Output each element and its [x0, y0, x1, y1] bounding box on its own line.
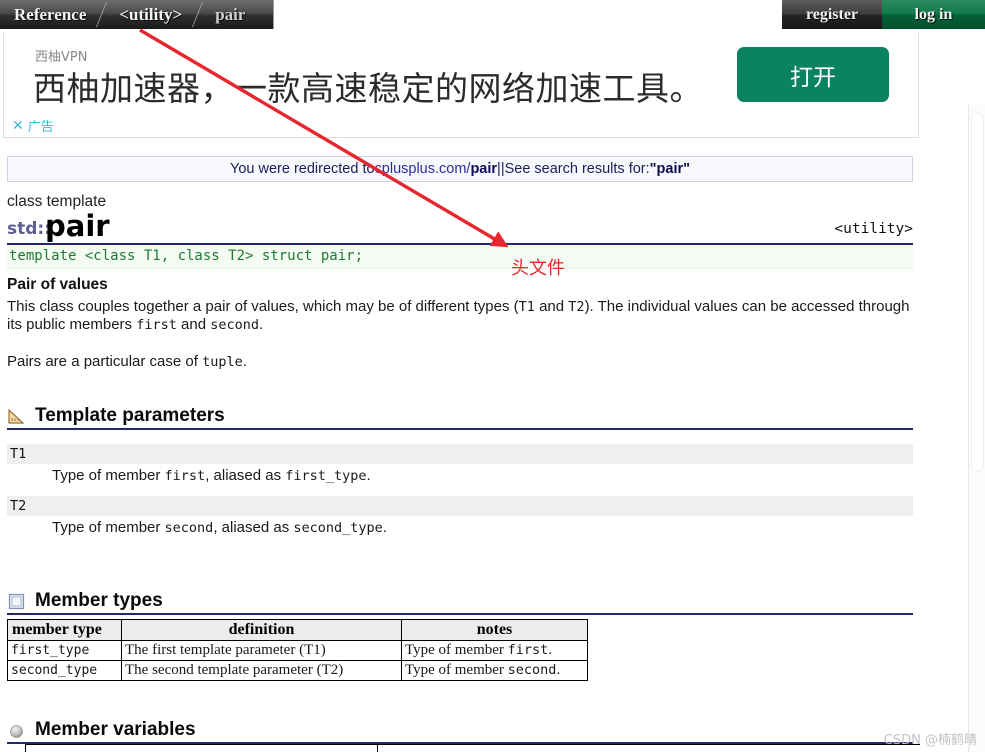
register-label: register: [805, 5, 859, 23]
desc-text: Pairs are a particular case of: [7, 353, 203, 370]
notes-code: second: [507, 662, 557, 678]
section-member-types: Member types: [7, 584, 913, 615]
notes-text: .: [556, 662, 561, 678]
desc-text: .: [259, 316, 264, 333]
main-content: You were redirected to cplusplus.com/pai…: [0, 138, 920, 744]
breadcrumb-label: <utility>: [119, 4, 183, 24]
browser-page: Reference <utility> pair register log in…: [0, 0, 985, 752]
header-file-label: <utility>: [834, 221, 913, 237]
redirect-link[interactable]: cplusplus.com/pair: [375, 161, 498, 177]
redirect-domain-path: pair: [470, 161, 498, 177]
desc-text: and: [534, 298, 569, 315]
param-code-alias: second_type: [293, 520, 383, 536]
member-variables-table-partial: [25, 744, 985, 752]
breadcrumb-item-reference[interactable]: Reference: [0, 0, 105, 29]
description-paragraph-1: This class couples together a pair of va…: [7, 298, 913, 334]
desc-text: and: [176, 316, 211, 333]
declaration-signature: template <class T1, class T2> struct pai…: [7, 245, 913, 269]
desc-code-t2: T2: [568, 299, 585, 315]
section-member-variables: Member variables: [7, 713, 913, 744]
page-title-row: std:: pair <utility>: [7, 209, 913, 245]
ad-headline: 西柚加速器，一款高速稳定的网络加速工具。: [33, 69, 703, 108]
login-label: log in: [914, 5, 953, 23]
desc-code-tuple[interactable]: tuple: [202, 354, 243, 370]
redirect-domain: cplusplus.com/: [374, 161, 471, 177]
notes-text: Type of member: [405, 642, 508, 658]
cell-member-type: first_type: [7, 640, 122, 661]
page-subtitle: Pair of values: [7, 276, 108, 293]
desc-text: .: [242, 353, 247, 370]
ad-close-control[interactable]: ✕ 广告: [12, 116, 54, 136]
ad-close-label: 广告: [27, 120, 54, 135]
csdn-watermark: CSDN @楠鹤晴: [883, 733, 977, 748]
close-icon[interactable]: ✕: [12, 118, 24, 134]
search-term: "pair": [649, 161, 691, 177]
param-code: second: [164, 520, 214, 536]
desc-code-second: second: [210, 317, 260, 333]
redirect-separator: ||: [497, 161, 505, 177]
ad-open-label: 打开: [790, 64, 836, 91]
page-title: pair: [45, 209, 110, 243]
auth-buttons: register log in: [782, 0, 985, 29]
param-code: first: [164, 468, 206, 484]
notes-text: Type of member: [405, 662, 508, 678]
param-text: Type of member: [52, 467, 165, 484]
col-header-definition: definition: [121, 619, 402, 641]
page-icon: [7, 592, 26, 611]
param-text: Type of member: [52, 519, 165, 536]
col-header-notes: notes: [401, 619, 588, 641]
section-title: Member types: [35, 590, 163, 611]
member-variables-table-divider: [377, 744, 378, 752]
template-param-desc: Type of member second, aliased as second…: [7, 519, 913, 536]
description-paragraph-2: Pairs are a particular case of tuple.: [7, 353, 913, 371]
col-header-member-type: member type: [7, 619, 122, 641]
cell-notes: Type of member first.: [401, 640, 588, 661]
cell-definition: The second template parameter (T2): [121, 660, 402, 681]
ruler-icon: [7, 407, 26, 426]
section-title: Template parameters: [35, 405, 225, 426]
table-row: first_type The first template parameter …: [7, 640, 588, 661]
advertisement-banner[interactable]: 西柚VPN 西柚加速器，一款高速稳定的网络加速工具。 打开 ✕ 广告: [3, 33, 919, 138]
ad-open-button[interactable]: 打开: [737, 47, 889, 102]
table-row: second_type The second template paramete…: [7, 660, 588, 681]
template-param-key: T2: [7, 496, 913, 516]
table-header-row: member type definition notes: [7, 619, 588, 641]
section-title: Member variables: [35, 719, 196, 740]
section-template-parameters: Template parameters: [7, 399, 913, 430]
desc-text: This class couples together a pair of va…: [7, 298, 519, 315]
sphere-icon: [7, 721, 26, 740]
redirect-notice: You were redirected to cplusplus.com/pai…: [7, 156, 913, 182]
page-kind-label: class template: [7, 193, 107, 210]
member-types-table: member type definition notes first_type …: [7, 619, 588, 681]
template-param-key: T1: [7, 444, 913, 464]
param-text: .: [366, 467, 371, 484]
site-header: Reference <utility> pair register log in: [0, 0, 985, 29]
annotation-label: 头文件: [511, 258, 565, 279]
search-results-prefix[interactable]: See search results for:: [505, 161, 650, 177]
breadcrumb-label: Reference: [14, 4, 87, 24]
desc-code-first: first: [136, 317, 177, 333]
notes-code: first: [507, 642, 549, 658]
breadcrumb-item-utility[interactable]: <utility>: [105, 0, 201, 29]
redirect-prefix: You were redirected to: [229, 161, 375, 177]
cell-member-type: second_type: [7, 660, 122, 681]
cell-notes: Type of member second.: [401, 660, 588, 681]
register-button[interactable]: register: [782, 0, 882, 29]
breadcrumb-label: pair: [215, 4, 246, 24]
breadcrumb: Reference <utility> pair: [0, 0, 275, 29]
breadcrumb-item-pair[interactable]: pair: [201, 0, 271, 29]
login-button[interactable]: log in: [882, 0, 985, 29]
template-param-desc: Type of member first, aliased as first_t…: [7, 467, 913, 484]
page-right-gutter: [920, 105, 968, 752]
notes-text: .: [548, 642, 553, 658]
cell-definition: The first template parameter (T1): [121, 640, 402, 661]
param-text: , aliased as: [213, 519, 294, 536]
param-text: .: [382, 519, 387, 536]
vertical-scrollbar-thumb[interactable]: [971, 112, 984, 472]
param-text: , aliased as: [205, 467, 286, 484]
desc-code-t1: T1: [518, 299, 535, 315]
param-code-alias: first_type: [285, 468, 367, 484]
